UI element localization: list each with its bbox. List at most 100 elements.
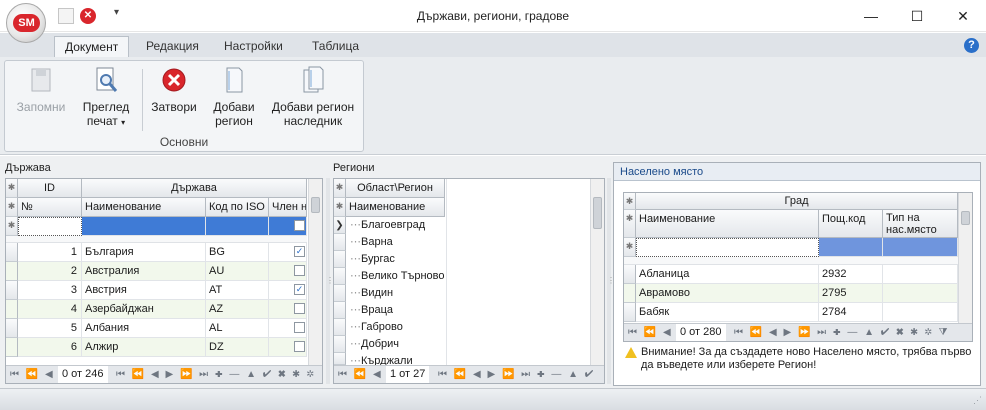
table-cell[interactable]: ✓ bbox=[269, 281, 307, 300]
tab-settings[interactable]: Настройки bbox=[214, 36, 293, 57]
tree-item[interactable]: ⋯Велико Търново bbox=[350, 268, 450, 285]
row-indicator[interactable] bbox=[624, 265, 636, 284]
column-name[interactable]: Наименование bbox=[82, 198, 206, 217]
table-cell[interactable]: 1 bbox=[18, 243, 82, 262]
row-indicator[interactable] bbox=[624, 284, 636, 303]
row-indicator[interactable] bbox=[334, 336, 346, 353]
table-cell[interactable]: Бабяк bbox=[636, 303, 819, 322]
column-member[interactable]: Член на bbox=[269, 198, 307, 217]
nav-controls-icons[interactable]: ⏮ ⏪ ◀ ▶ ⏩ ⏭ ✚ — ▲ ✔ ✖ ✱ ✲ ⧩ bbox=[734, 324, 950, 341]
row-indicator[interactable] bbox=[6, 300, 18, 319]
tree-item[interactable]: ⋯Благоевград bbox=[350, 217, 450, 234]
tab-edit[interactable]: Редакция bbox=[136, 36, 209, 57]
row-indicator[interactable] bbox=[334, 319, 346, 336]
table-cell[interactable]: 4 bbox=[18, 300, 82, 319]
member-checkbox-checked[interactable]: ✓ bbox=[294, 284, 305, 295]
minimize-button[interactable]: — bbox=[848, 0, 894, 32]
table-cell[interactable] bbox=[883, 284, 958, 303]
band-region[interactable]: Област\Регион bbox=[346, 179, 445, 198]
table-cell[interactable]: 6 bbox=[18, 338, 82, 357]
column-place-name[interactable]: Наименование bbox=[636, 210, 819, 238]
column-region-name[interactable]: Наименование bbox=[346, 198, 445, 217]
table-cell[interactable]: 2932 bbox=[819, 265, 883, 284]
row-indicator[interactable] bbox=[6, 338, 18, 357]
country-vertical-scrollbar[interactable] bbox=[308, 179, 322, 365]
table-cell[interactable]: AL bbox=[206, 319, 269, 338]
member-checkbox[interactable] bbox=[294, 341, 305, 352]
table-cell[interactable]: България bbox=[82, 243, 206, 262]
scrollbar-thumb[interactable] bbox=[593, 197, 602, 229]
tab-document[interactable]: Документ bbox=[54, 36, 130, 57]
band-city[interactable]: Град bbox=[636, 193, 958, 210]
table-cell[interactable]: Албания bbox=[82, 319, 206, 338]
table-cell[interactable]: 5 bbox=[18, 319, 82, 338]
table-cell[interactable] bbox=[269, 300, 307, 319]
table-cell[interactable]: ✓ bbox=[269, 243, 307, 262]
row-indicator[interactable] bbox=[334, 268, 346, 285]
scrollbar-thumb[interactable] bbox=[311, 197, 320, 213]
table-cell[interactable] bbox=[269, 338, 307, 357]
row-indicator[interactable] bbox=[6, 319, 18, 338]
tree-item[interactable]: ⋯Кърджали bbox=[350, 353, 450, 365]
table-cell[interactable] bbox=[883, 265, 958, 284]
save-button[interactable]: Запомни bbox=[13, 65, 69, 114]
new-row-member-cell[interactable] bbox=[269, 217, 307, 236]
tab-table[interactable]: Таблица bbox=[302, 36, 369, 57]
add-region-button[interactable]: Добави регион bbox=[207, 65, 261, 128]
table-cell[interactable]: AU bbox=[206, 262, 269, 281]
close-window-button[interactable]: ✕ bbox=[940, 0, 986, 32]
region-vertical-scrollbar[interactable] bbox=[590, 179, 604, 365]
app-menu-orb[interactable]: SM bbox=[6, 3, 46, 43]
tree-item[interactable]: ⋯Враца bbox=[350, 302, 450, 319]
table-cell[interactable]: 2795 bbox=[819, 284, 883, 303]
tree-item[interactable]: ⋯Варна bbox=[350, 234, 450, 251]
member-checkbox-checked[interactable]: ✓ bbox=[294, 246, 305, 257]
tree-item[interactable]: ⋯Габрово bbox=[350, 319, 450, 336]
table-cell[interactable]: 2784 bbox=[819, 303, 883, 322]
maximize-button[interactable]: ☐ bbox=[894, 0, 940, 32]
table-cell[interactable]: Азербайджан bbox=[82, 300, 206, 319]
row-indicator[interactable] bbox=[334, 251, 346, 268]
nav-controls-icons[interactable]: ⏮ ⏪ ◀ ▶ ⏩ ⏭ ✚ — ▲ ✔ ✖ ✱ ✲ ⧩ bbox=[116, 366, 322, 383]
new-row-name-cell[interactable] bbox=[82, 217, 206, 236]
splitter-handle[interactable]: ⋮ bbox=[607, 178, 615, 384]
nav-first-prev-icons[interactable]: ⏮ ⏪ ◀ bbox=[338, 366, 383, 383]
column-iso[interactable]: Код по ISO bbox=[206, 198, 269, 217]
scrollbar-thumb[interactable] bbox=[961, 211, 970, 225]
new-row-checkbox[interactable] bbox=[294, 220, 305, 231]
tree-item[interactable]: ⋯Видин bbox=[350, 285, 450, 302]
column-place-type[interactable]: Тип на нас.място bbox=[883, 210, 958, 238]
new-row-id-cell[interactable] bbox=[18, 217, 82, 236]
tree-item[interactable]: ⋯Бургас bbox=[350, 251, 450, 268]
table-cell[interactable] bbox=[883, 303, 958, 322]
table-cell[interactable] bbox=[269, 319, 307, 338]
new-row-code-cell[interactable] bbox=[819, 238, 883, 257]
add-child-region-button[interactable]: Добави регион наследник bbox=[267, 65, 359, 128]
print-preview-button[interactable]: Преглед печат ▾ bbox=[77, 65, 135, 130]
tree-item[interactable]: ⋯Добрич bbox=[350, 336, 450, 353]
row-indicator[interactable] bbox=[6, 281, 18, 300]
splitter-handle[interactable]: ⋮ bbox=[326, 178, 334, 384]
place-vertical-scrollbar[interactable] bbox=[958, 193, 972, 323]
table-cell[interactable] bbox=[269, 262, 307, 281]
new-row-type-cell[interactable] bbox=[883, 238, 958, 257]
table-cell[interactable]: Абланица bbox=[636, 265, 819, 284]
table-cell[interactable]: DZ bbox=[206, 338, 269, 357]
row-indicator[interactable] bbox=[624, 303, 636, 322]
column-postal-code[interactable]: Пощ.код bbox=[819, 210, 883, 238]
table-cell[interactable]: Австрия bbox=[82, 281, 206, 300]
nav-first-prev-icons[interactable]: ⏮ ⏪ ◀ bbox=[628, 324, 673, 341]
table-cell[interactable]: Алжир bbox=[82, 338, 206, 357]
member-checkbox[interactable] bbox=[294, 322, 305, 333]
band-country[interactable]: Държава bbox=[82, 179, 307, 198]
band-id[interactable]: ID bbox=[18, 179, 82, 198]
row-indicator[interactable] bbox=[334, 234, 346, 251]
row-indicator[interactable] bbox=[334, 285, 346, 302]
table-cell[interactable]: Аврамово bbox=[636, 284, 819, 303]
row-indicator[interactable] bbox=[6, 243, 18, 262]
table-cell[interactable]: BG bbox=[206, 243, 269, 262]
member-checkbox[interactable] bbox=[294, 303, 305, 314]
member-checkbox[interactable] bbox=[294, 265, 305, 276]
row-indicator[interactable] bbox=[6, 262, 18, 281]
new-row-name-cell[interactable] bbox=[636, 238, 819, 257]
